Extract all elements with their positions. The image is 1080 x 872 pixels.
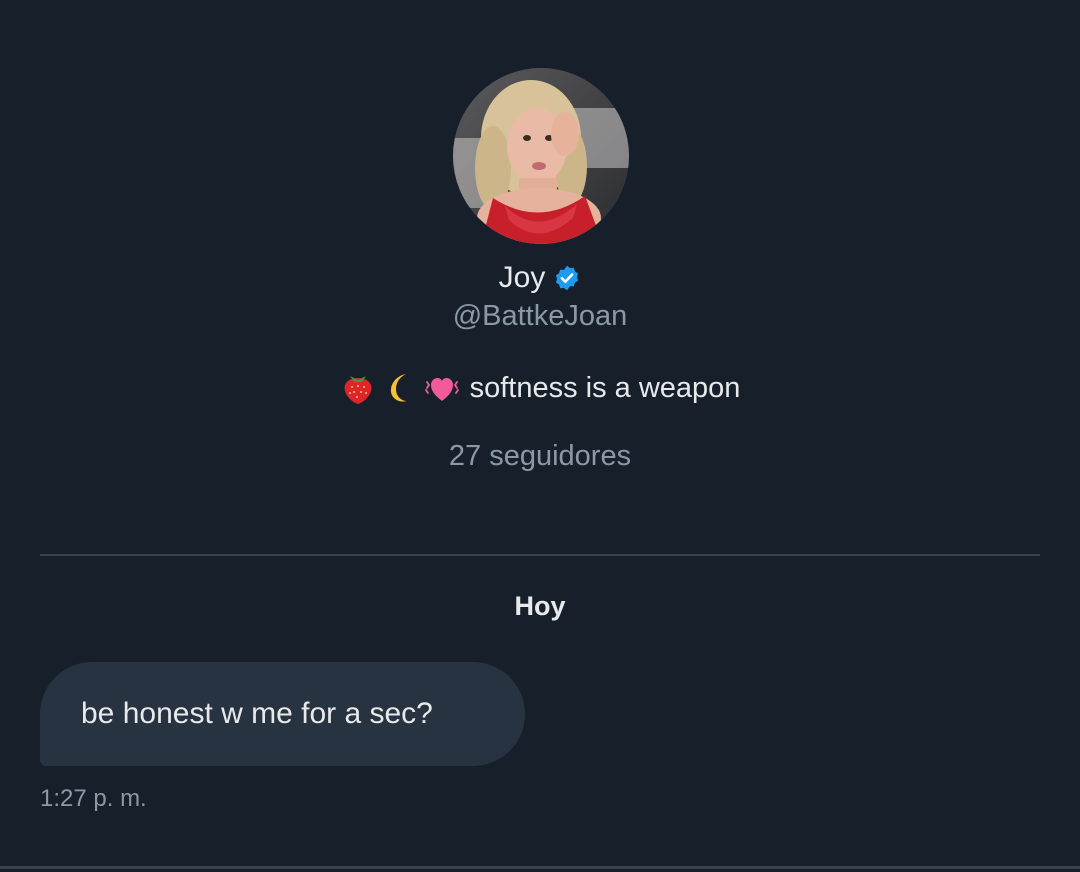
section-divider [40,554,1040,556]
profile-avatar[interactable] [453,68,629,244]
vibrating-heart-icon [424,370,460,406]
profile-followers-count[interactable]: 27 seguidores [0,436,1080,476]
crescent-moon-icon [382,370,418,406]
profile-name-row: Joy [0,256,1080,300]
profile-handle[interactable]: @BattkeJoan [0,296,1080,336]
message-timestamp: 1:27 p. m. [40,785,147,812]
avatar-photo-icon [453,68,629,244]
message-text: be honest w me for a sec? [81,697,433,730]
profile-bio: softness is a weapon [0,366,1080,410]
date-separator: Hoy [514,591,566,621]
dm-conversation-screen: Joy @BattkeJoan softness is a weapon 27 … [0,0,1080,872]
strawberry-icon [340,370,376,406]
composer-top-border [0,866,1080,869]
profile-bio-text: softness is a weapon [469,372,741,404]
verified-badge-icon [553,264,581,292]
message-bubble[interactable]: be honest w me for a sec? [40,662,525,766]
profile-display-name[interactable]: Joy [499,258,546,298]
